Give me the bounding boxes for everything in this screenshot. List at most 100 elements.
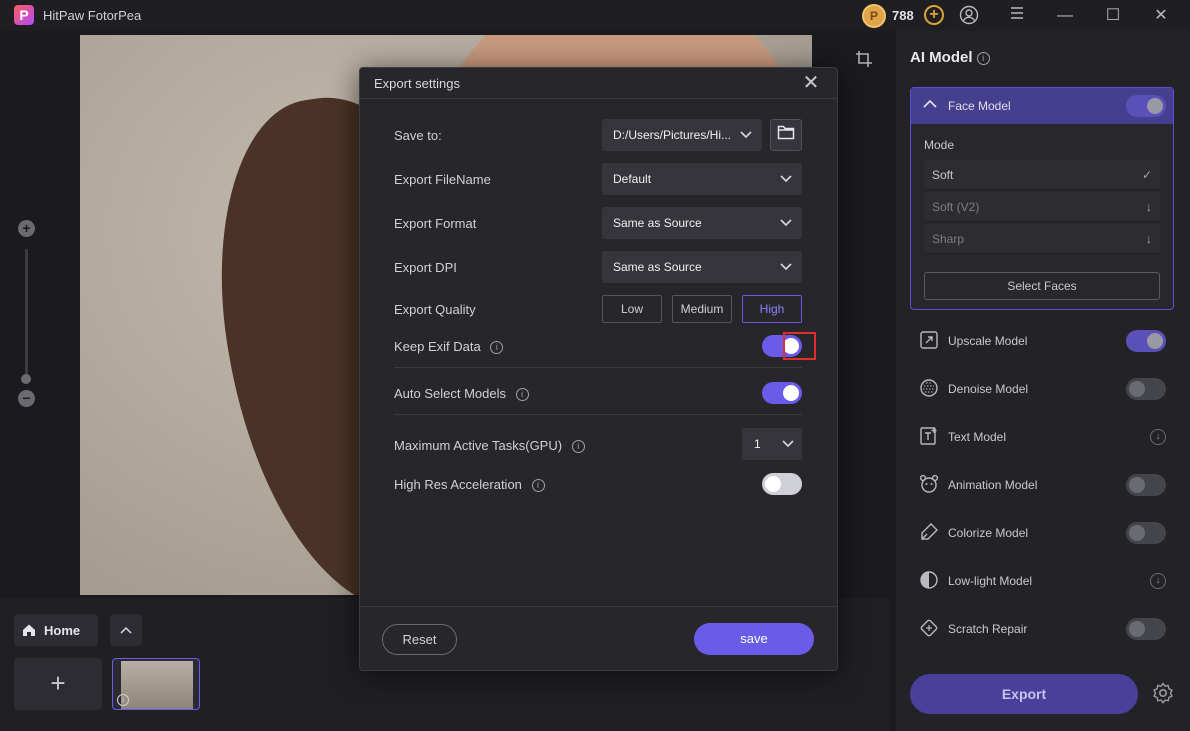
denoise-icon [918, 378, 940, 400]
info-icon[interactable]: i [571, 440, 585, 454]
info-icon[interactable]: i [490, 341, 504, 355]
download-icon[interactable]: ↓ [1150, 573, 1166, 589]
chevron-down-icon [780, 163, 792, 207]
model-row-low-light[interactable]: Low-light Model ↓ [916, 567, 1168, 595]
max-tasks-select[interactable]: 1 [742, 428, 802, 460]
close-icon[interactable]: ✕ [801, 72, 821, 94]
save-to-path-value: D:/Users/Pictures/Hi... [613, 128, 732, 142]
coin-count: 788 [892, 8, 914, 23]
max-tasks-text: Maximum Active Tasks(GPU) [394, 438, 563, 453]
colorize-model-toggle[interactable] [1126, 522, 1166, 544]
app-title: HitPaw FotorPea [43, 8, 142, 23]
folder-icon [777, 125, 795, 140]
zoom-rail: + − [0, 31, 80, 596]
export-format-value: Same as Source [613, 216, 702, 230]
minimize-button[interactable]: — [1054, 5, 1076, 27]
export-filename-select[interactable]: Default [602, 163, 802, 195]
model-row-text[interactable]: Text Model ↓ [916, 423, 1168, 451]
add-image-button[interactable]: + [14, 658, 102, 710]
quality-high-button[interactable]: High [742, 295, 802, 323]
expand-up-button[interactable] [110, 614, 142, 646]
chevron-down-icon [780, 251, 792, 295]
settings-gear-icon[interactable] [1151, 682, 1175, 706]
coin-icon: P [862, 4, 886, 28]
image-thumbnail[interactable]: i [112, 658, 200, 710]
export-dpi-value: Same as Source [613, 260, 702, 274]
info-icon[interactable]: i [976, 51, 990, 65]
save-to-path-select[interactable]: D:/Users/Pictures/Hi... [602, 119, 762, 151]
model-row-upscale[interactable]: Upscale Model [916, 327, 1168, 355]
animation-model-toggle[interactable] [1126, 474, 1166, 496]
chevron-up-icon[interactable] [923, 96, 937, 112]
panel-title: AI Model i [910, 49, 990, 66]
max-tasks-label: Maximum Active Tasks(GPU) i [394, 438, 585, 454]
max-tasks-value: 1 [754, 437, 761, 451]
high-res-text: High Res Acceleration [394, 477, 522, 492]
crop-icon[interactable] [853, 50, 875, 72]
animation-icon [918, 474, 940, 496]
zoom-out-button[interactable]: − [18, 390, 35, 407]
model-row-colorize[interactable]: Colorize Model [916, 519, 1168, 547]
export-dpi-label: Export DPI [394, 260, 457, 275]
face-model-label: Face Model [948, 99, 1011, 113]
maximize-button[interactable]: ☐ [1102, 5, 1124, 27]
chevron-down-icon [782, 428, 794, 472]
info-icon[interactable]: i [531, 479, 545, 493]
mode-option-sharp[interactable]: Sharp ↓ [924, 224, 1160, 254]
export-format-select[interactable]: Same as Source [602, 207, 802, 239]
auto-select-label: Auto Select Models i [394, 386, 529, 402]
export-dpi-select[interactable]: Same as Source [602, 251, 802, 283]
colorize-icon [918, 522, 940, 544]
scratch-repair-toggle[interactable] [1126, 618, 1166, 640]
denoise-model-toggle[interactable] [1126, 378, 1166, 400]
model-row-denoise[interactable]: Denoise Model [916, 375, 1168, 403]
keep-exif-label: Keep Exif Data i [394, 339, 504, 355]
save-button[interactable]: save [694, 623, 814, 655]
home-button[interactable]: Home [14, 614, 98, 646]
account-icon[interactable] [958, 5, 980, 27]
quality-medium-button[interactable]: Medium [672, 295, 732, 323]
home-label: Home [44, 622, 81, 638]
download-icon[interactable]: ↓ [1146, 192, 1152, 222]
model-label: Colorize Model [948, 526, 1029, 540]
mode-option-soft[interactable]: Soft ✓ [924, 160, 1160, 190]
mode-option-label: Sharp [932, 232, 965, 246]
info-icon[interactable]: i [515, 388, 529, 402]
download-icon[interactable]: ↓ [1146, 224, 1152, 254]
dialog-title: Export settings [374, 76, 460, 91]
face-model-header[interactable]: Face Model [911, 88, 1173, 124]
low-light-icon [918, 570, 940, 592]
add-coins-button[interactable]: + [924, 5, 944, 25]
upscale-icon [918, 330, 940, 352]
quality-low-button[interactable]: Low [602, 295, 662, 323]
thumbnail-image [121, 661, 193, 709]
info-icon[interactable]: i [117, 694, 129, 706]
close-window-button[interactable]: ✕ [1150, 5, 1172, 27]
highlight-box [783, 332, 816, 360]
auto-select-toggle[interactable] [762, 382, 802, 404]
model-label: Animation Model [948, 478, 1038, 492]
select-faces-button[interactable]: Select Faces [924, 272, 1160, 300]
zoom-in-button[interactable]: + [18, 220, 35, 237]
reset-button[interactable]: Reset [382, 624, 457, 655]
chevron-down-icon [740, 119, 752, 163]
browse-folder-button[interactable] [770, 119, 802, 151]
upscale-model-toggle[interactable] [1126, 330, 1166, 352]
menu-icon[interactable] [1006, 5, 1028, 27]
title-bar: P HitPaw FotorPea P 788 + — ☐ ✕ [0, 0, 1190, 31]
divider [394, 367, 802, 368]
model-row-animation[interactable]: Animation Model [916, 471, 1168, 499]
download-icon[interactable]: ↓ [1150, 429, 1166, 445]
face-model-card: Face Model Mode Soft ✓ Soft (V2) ↓ Sharp… [910, 87, 1174, 310]
scratch-repair-icon [918, 618, 940, 640]
model-row-scratch-repair[interactable]: Scratch Repair [916, 615, 1168, 643]
zoom-slider-thumb[interactable] [21, 374, 31, 384]
zoom-slider[interactable] [25, 249, 28, 379]
high-res-toggle[interactable] [762, 473, 802, 495]
export-button[interactable]: Export [910, 674, 1138, 714]
home-icon [23, 624, 35, 636]
mode-option-soft-v2[interactable]: Soft (V2) ↓ [924, 192, 1160, 222]
mode-option-label: Soft (V2) [932, 200, 980, 214]
save-to-label: Save to: [394, 128, 442, 143]
face-model-toggle[interactable] [1126, 95, 1166, 117]
